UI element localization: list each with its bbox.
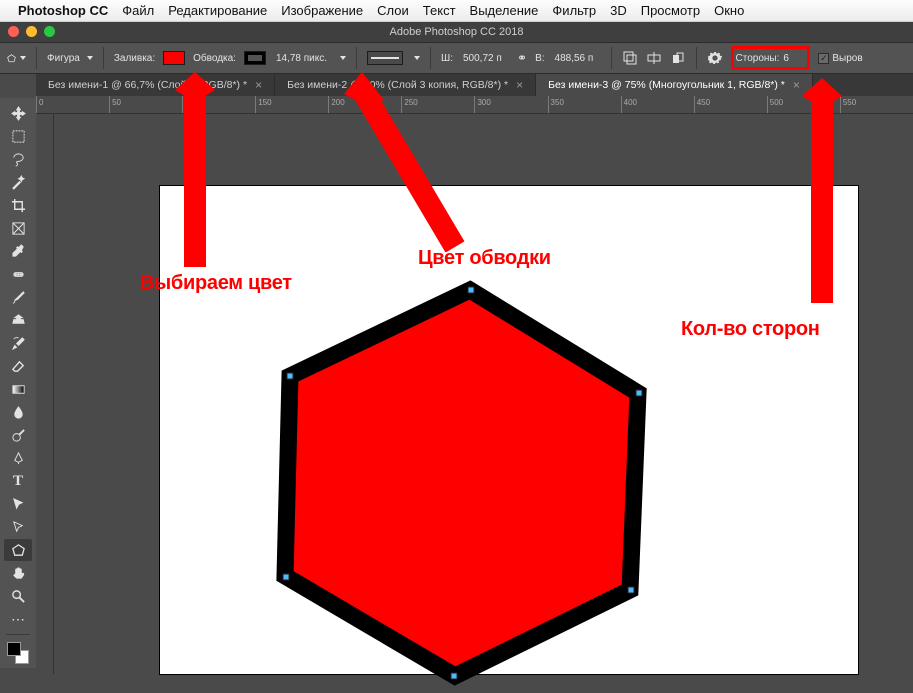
annotation-label-fill: Выбираем цвет bbox=[140, 272, 292, 295]
menu-select[interactable]: Выделение bbox=[470, 3, 539, 18]
brush-tool[interactable] bbox=[4, 286, 32, 308]
annotation-label-sides: Кол-во сторон bbox=[681, 318, 820, 341]
transform-handle[interactable] bbox=[468, 287, 475, 294]
annotation-label-stroke: Цвет обводки bbox=[418, 247, 551, 270]
tab-label: Без имени-1 @ 66,7% (Слой 1, RGB/8*) * bbox=[48, 79, 247, 91]
width-label: Ш: bbox=[441, 53, 453, 64]
maximize-button[interactable] bbox=[44, 26, 55, 37]
history-brush-tool[interactable] bbox=[4, 332, 32, 354]
transform-handle[interactable] bbox=[451, 672, 458, 679]
polygon-shape-icon[interactable] bbox=[6, 48, 26, 68]
direct-selection-tool[interactable] bbox=[4, 516, 32, 538]
frame-tool[interactable] bbox=[4, 217, 32, 239]
close-icon[interactable]: × bbox=[255, 78, 262, 92]
transform-handle[interactable] bbox=[636, 389, 643, 396]
fill-color-swatch[interactable] bbox=[163, 51, 185, 65]
shape-tool[interactable] bbox=[4, 539, 32, 561]
window-titlebar: Adobe Photoshop CC 2018 bbox=[0, 22, 913, 42]
menu-3d[interactable]: 3D bbox=[610, 3, 627, 18]
marquee-tool[interactable] bbox=[4, 125, 32, 147]
height-field[interactable]: 488,56 п bbox=[553, 53, 601, 64]
zoom-tool[interactable] bbox=[4, 585, 32, 607]
link-width-height-icon[interactable]: ⚭ bbox=[517, 51, 527, 65]
type-tool[interactable]: T bbox=[4, 470, 32, 492]
mac-menubar: Photoshop CC Файл Редактирование Изображ… bbox=[0, 0, 913, 22]
clone-stamp-tool[interactable] bbox=[4, 309, 32, 331]
close-button[interactable] bbox=[8, 26, 19, 37]
transform-handle[interactable] bbox=[283, 574, 290, 581]
close-icon[interactable]: × bbox=[793, 78, 800, 92]
menu-file[interactable]: Файл bbox=[122, 3, 154, 18]
eraser-tool[interactable] bbox=[4, 355, 32, 377]
path-alignment-icon[interactable] bbox=[646, 50, 662, 66]
menu-view[interactable]: Просмотр bbox=[641, 3, 700, 18]
transform-handle[interactable] bbox=[627, 586, 634, 593]
menu-window[interactable]: Окно bbox=[714, 3, 744, 18]
vertical-ruler[interactable] bbox=[36, 114, 54, 674]
path-arrangement-icon[interactable] bbox=[670, 50, 686, 66]
fill-label: Заливка: bbox=[114, 53, 155, 64]
app-name[interactable]: Photoshop CC bbox=[18, 3, 108, 18]
window-title: Adobe Photoshop CC 2018 bbox=[390, 26, 524, 38]
traffic-lights bbox=[8, 26, 55, 37]
pen-tool[interactable] bbox=[4, 447, 32, 469]
path-operations-icon[interactable] bbox=[622, 50, 638, 66]
hand-tool[interactable] bbox=[4, 562, 32, 584]
eyedropper-tool[interactable] bbox=[4, 240, 32, 262]
minimize-button[interactable] bbox=[26, 26, 37, 37]
align-edges-checkbox[interactable]: ✓ Выров bbox=[818, 53, 862, 64]
menu-image[interactable]: Изображение bbox=[281, 3, 363, 18]
stroke-color-swatch[interactable] bbox=[244, 51, 266, 65]
close-icon[interactable]: × bbox=[516, 78, 523, 92]
stroke-width-field[interactable]: 14,78 пикс. bbox=[274, 53, 329, 64]
horizontal-ruler[interactable]: 0 50 100 150 200 250 300 350 400 450 500… bbox=[36, 96, 913, 114]
options-bar: Фигура Заливка: Обводка: 14,78 пикс. Ш: … bbox=[0, 42, 913, 74]
sides-highlight: Стороны: 6 bbox=[731, 46, 811, 70]
tools-panel: T ⋯ bbox=[0, 98, 36, 668]
crop-tool[interactable] bbox=[4, 194, 32, 216]
path-selection-tool[interactable] bbox=[4, 493, 32, 515]
edit-toolbar-icon[interactable]: ⋯ bbox=[4, 608, 32, 630]
tab-label: Без имени-2 @ 70% (Слой 3 копия, RGB/8*)… bbox=[287, 79, 508, 91]
foreground-background-color[interactable] bbox=[7, 642, 29, 664]
stroke-label: Обводка: bbox=[193, 53, 236, 64]
stroke-style-dropdown[interactable] bbox=[367, 51, 403, 65]
transform-handle[interactable] bbox=[287, 373, 294, 380]
gear-icon[interactable] bbox=[707, 50, 723, 66]
dodge-tool[interactable] bbox=[4, 424, 32, 446]
document-tabs: Без имени-1 @ 66,7% (Слой 1, RGB/8*) *× … bbox=[36, 74, 913, 96]
tab-doc-3[interactable]: Без имени-3 @ 75% (Многоугольник 1, RGB/… bbox=[536, 74, 813, 96]
menu-text[interactable]: Текст bbox=[423, 3, 456, 18]
sides-field[interactable]: 6 bbox=[783, 53, 805, 64]
magic-wand-tool[interactable] bbox=[4, 171, 32, 193]
polygon-shape[interactable] bbox=[240, 278, 660, 688]
menu-edit[interactable]: Редактирование bbox=[168, 3, 267, 18]
healing-brush-tool[interactable] bbox=[4, 263, 32, 285]
tab-doc-2[interactable]: Без имени-2 @ 70% (Слой 3 копия, RGB/8*)… bbox=[275, 74, 536, 96]
blur-tool[interactable] bbox=[4, 401, 32, 423]
sides-label: Стороны: bbox=[736, 53, 780, 64]
lasso-tool[interactable] bbox=[4, 148, 32, 170]
foreground-color-swatch[interactable] bbox=[7, 642, 21, 656]
width-field[interactable]: 500,72 п bbox=[461, 53, 509, 64]
shape-mode-dropdown[interactable]: Фигура bbox=[47, 53, 93, 64]
gradient-tool[interactable] bbox=[4, 378, 32, 400]
tab-doc-1[interactable]: Без имени-1 @ 66,7% (Слой 1, RGB/8*) * × bbox=[36, 74, 275, 96]
menu-layers[interactable]: Слои bbox=[377, 3, 409, 18]
move-tool[interactable] bbox=[4, 102, 32, 124]
tab-label: Без имени-3 @ 75% (Многоугольник 1, RGB/… bbox=[548, 79, 785, 91]
height-label: В: bbox=[535, 53, 544, 64]
menu-filter[interactable]: Фильтр bbox=[552, 3, 596, 18]
